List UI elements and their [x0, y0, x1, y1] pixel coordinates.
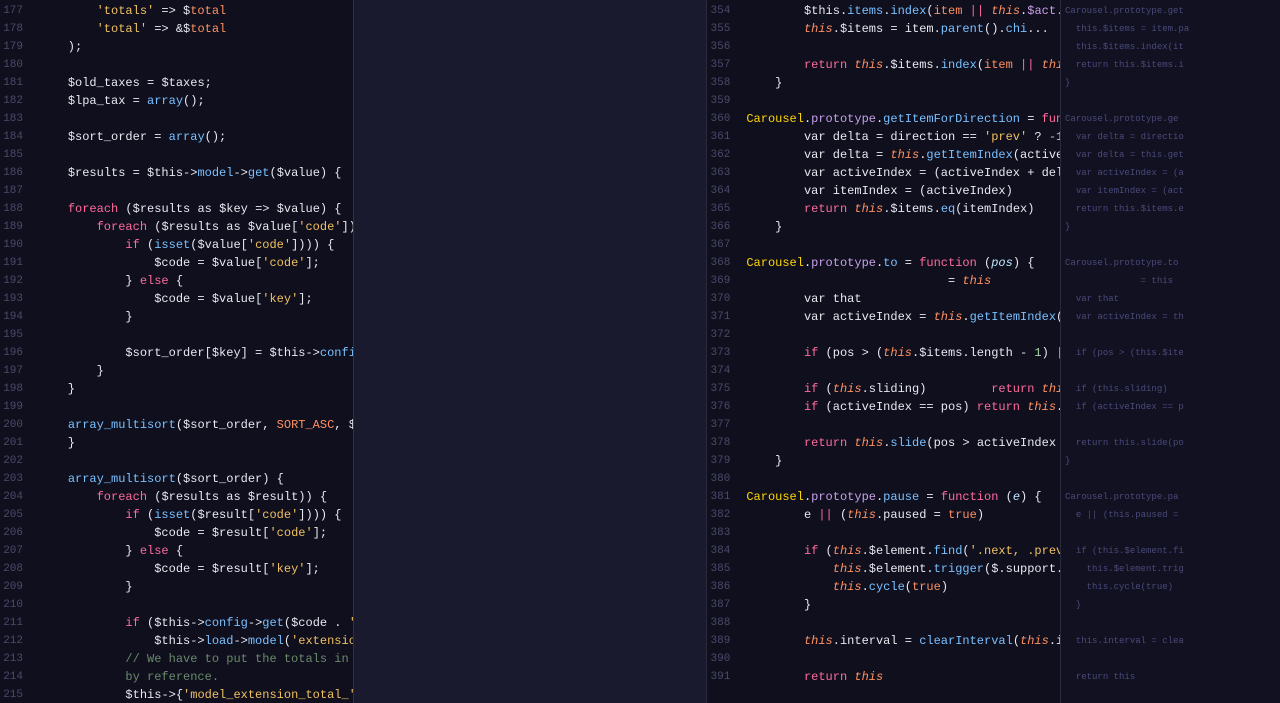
code-line: 190 if (isset($value['code']))) {	[0, 236, 353, 254]
code-line: 389 this.interval = clearInterval(this.i…	[707, 632, 1060, 650]
code-line: 209 }	[0, 578, 353, 596]
code-line: 364 var itemIndex = (activeIndex)	[707, 182, 1060, 200]
code-line: 215 $this->{'model_extension_total_' . $…	[0, 686, 353, 703]
code-line: 205 if (isset($result['code']))) {	[0, 506, 353, 524]
code-line: 197 }	[0, 362, 353, 380]
code-line: 178 'total' => &$total	[0, 20, 353, 38]
code-line: 383	[707, 524, 1060, 542]
code-line: 385 this.$element.trigger($.support.tran…	[707, 560, 1060, 578]
code-line: 368 Carousel.prototype.to = function (po…	[707, 254, 1060, 272]
code-line: 361 var delta = direction == 'prev' ? -1…	[707, 128, 1060, 146]
code-line: 193 $code = $value['key'];	[0, 290, 353, 308]
code-line: 391 return this	[707, 668, 1060, 686]
code-line: 187	[0, 182, 353, 200]
code-line: 207 } else {	[0, 542, 353, 560]
code-line: 182 $lpa_tax = array();	[0, 92, 353, 110]
code-line: 194 }	[0, 308, 353, 326]
code-line: 195	[0, 326, 353, 344]
code-line: 355 this.$items = item.parent().chi...	[707, 20, 1060, 38]
code-line: 212 $this->load->model('extension/total/…	[0, 632, 353, 650]
code-line: 208 $code = $result['key'];	[0, 560, 353, 578]
code-line: 387 }	[707, 596, 1060, 614]
code-line: 371 var activeIndex = this.getItemIndex(…	[707, 308, 1060, 326]
code-line: 374	[707, 362, 1060, 380]
code-line: 180	[0, 56, 353, 74]
left-code-panel[interactable]: 177 'totals' => $total 178 'total' => &$…	[0, 0, 354, 703]
code-line: 206 $code = $result['code'];	[0, 524, 353, 542]
code-line: 367	[707, 236, 1060, 254]
code-line: 382 e || (this.paused = true)	[707, 506, 1060, 524]
code-line: 200 array_multisort($sort_order, SORT_AS…	[0, 416, 353, 434]
code-line: 379 }	[707, 452, 1060, 470]
code-line: 356	[707, 38, 1060, 56]
code-line: 183	[0, 110, 353, 128]
code-line: 354 $this.items.index(item || this.$act.…	[707, 2, 1060, 20]
code-line: 201 }	[0, 434, 353, 452]
code-line: 186 $results = $this->model->get($value)…	[0, 164, 353, 182]
code-line: 177 'totals' => $total	[0, 2, 353, 20]
right-code-panel[interactable]: 354 $this.items.index(item || this.$act.…	[707, 0, 1060, 703]
code-line: 377	[707, 416, 1060, 434]
code-line: 370 var that	[707, 290, 1060, 308]
code-line: 373 if (pos > (this.$items.length - 1) |…	[707, 344, 1060, 362]
code-line: 214 by reference.	[0, 668, 353, 686]
code-line: 380	[707, 470, 1060, 488]
code-line: 204 foreach ($results as $result)) {	[0, 488, 353, 506]
code-line: 388	[707, 614, 1060, 632]
code-line: 179 );	[0, 38, 353, 56]
code-line: 386 this.cycle(true)	[707, 578, 1060, 596]
code-line: 358 }	[707, 74, 1060, 92]
code-line: 357 return this.$items.index(item || thi…	[707, 56, 1060, 74]
code-line: 199	[0, 398, 353, 416]
far-right-minimap: Carousel.prototype.get this.$items = ite…	[1060, 0, 1280, 703]
code-line: 191 $code = $value['code'];	[0, 254, 353, 272]
code-line: 192 } else {	[0, 272, 353, 290]
code-line: 189 foreach ($results as $value['code'])…	[0, 218, 353, 236]
code-line: 203 array_multisort($sort_order) {	[0, 470, 353, 488]
code-line: 188 foreach ($results as $key => $value)…	[0, 200, 353, 218]
code-line: 210	[0, 596, 353, 614]
code-line: 362 var delta = this.getItemIndex(active…	[707, 146, 1060, 164]
code-line: 202	[0, 452, 353, 470]
code-line: 196 $sort_order[$key] = $this->config->g…	[0, 344, 353, 362]
code-line: 366 }	[707, 218, 1060, 236]
code-line: 181 $old_taxes = $taxes;	[0, 74, 353, 92]
right-code-lines: 354 $this.items.index(item || this.$act.…	[707, 0, 1060, 703]
code-line: 185	[0, 146, 353, 164]
left-code-lines: 177 'totals' => $total 178 'total' => &$…	[0, 0, 353, 703]
code-line: 213 // We have to put the totals in an a…	[0, 650, 353, 668]
code-line: 365 return this.$items.eq(itemIndex)	[707, 200, 1060, 218]
code-line: 384 if (this.$element.find('.next, .prev…	[707, 542, 1060, 560]
code-line: 198 }	[0, 380, 353, 398]
code-line: 363 var activeIndex = (activeIndex + del…	[707, 164, 1060, 182]
code-line: 360 Carousel.prototype.getItemForDirecti…	[707, 110, 1060, 128]
code-line: 375 if (this.sliding) return this.pause(…	[707, 380, 1060, 398]
code-line: 184 $sort_order = array();	[0, 128, 353, 146]
code-line: 378 return this.slide(pos > activeIndex …	[707, 434, 1060, 452]
code-line: 359	[707, 92, 1060, 110]
code-line: 369 = this	[707, 272, 1060, 290]
code-line: 211 if ($this->config->get($code . '_sta…	[0, 614, 353, 632]
minimap-panel	[354, 0, 708, 703]
code-line: 376 if (activeIndex == pos) return this.…	[707, 398, 1060, 416]
minimap-code: Carousel.prototype.get this.$items = ite…	[1061, 0, 1280, 703]
code-line: 381 Carousel.prototype.pause = function …	[707, 488, 1060, 506]
editor-container: 177 'totals' => $total 178 'total' => &$…	[0, 0, 1280, 703]
code-line: 390	[707, 650, 1060, 668]
code-line: 372	[707, 326, 1060, 344]
